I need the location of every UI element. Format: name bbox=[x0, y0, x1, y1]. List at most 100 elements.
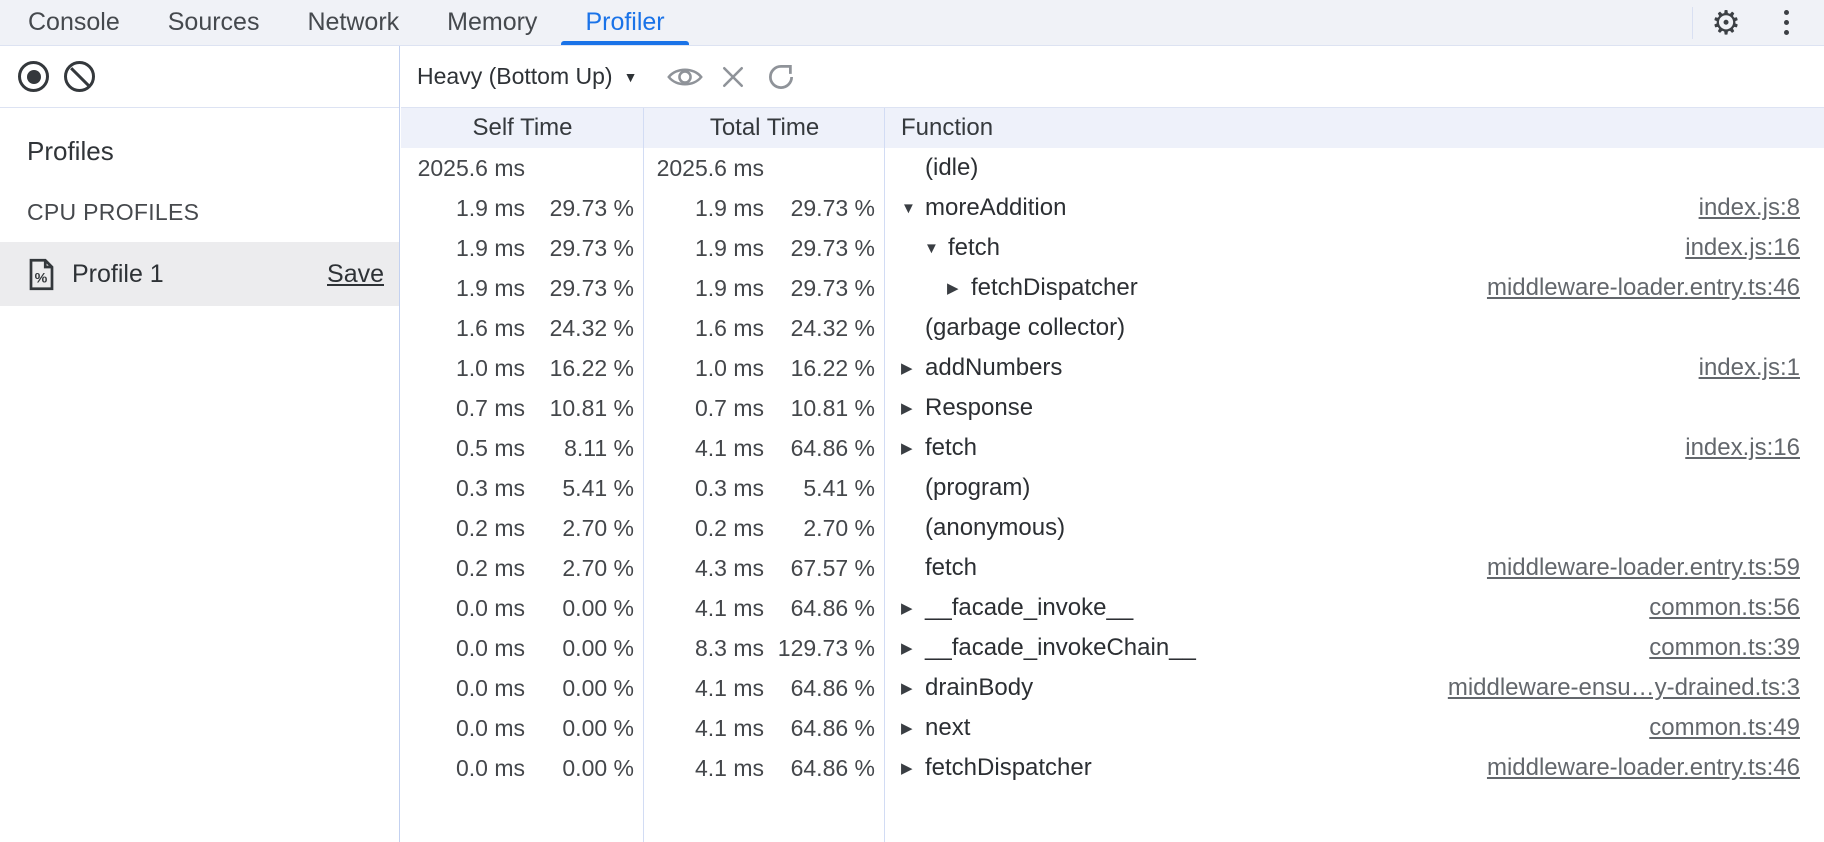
total-time-cell: 4.3 ms67.57 % bbox=[644, 555, 885, 582]
table-row[interactable]: 1.6 ms24.32 %1.6 ms24.32 %(garbage colle… bbox=[401, 308, 1824, 348]
expand-arrow-icon[interactable]: ▼ bbox=[924, 240, 948, 257]
tab-console[interactable]: Console bbox=[4, 0, 144, 45]
table-row[interactable]: 1.9 ms29.73 %1.9 ms29.73 %▶fetchDispatch… bbox=[401, 268, 1824, 308]
function-cell: ▶drainBodymiddleware-ensu…y-drained.ts:3 bbox=[885, 674, 1824, 702]
source-link[interactable]: index.js:8 bbox=[1699, 194, 1800, 222]
function-cell: ▶__facade_invokeChain__common.ts:39 bbox=[885, 634, 1824, 662]
self-time-cell: 1.6 ms24.32 % bbox=[401, 315, 644, 342]
function-cell: ▼fetchindex.js:16 bbox=[885, 234, 1824, 262]
function-cell: ▶addNumbersindex.js:1 bbox=[885, 354, 1824, 382]
expand-arrow-icon[interactable]: ▶ bbox=[901, 639, 925, 657]
total-time-pct: 64.86 % bbox=[764, 435, 875, 462]
profile-document-icon: % bbox=[28, 258, 55, 291]
table-row[interactable]: 0.5 ms8.11 %4.1 ms64.86 %▶fetchindex.js:… bbox=[401, 428, 1824, 468]
self-time-pct: 29.73 % bbox=[525, 275, 634, 302]
self-time-cell: 0.3 ms5.41 % bbox=[401, 475, 644, 502]
clear-button[interactable] bbox=[64, 61, 95, 92]
settings-button[interactable]: ⚙ bbox=[1706, 3, 1746, 43]
source-link[interactable]: index.js:1 bbox=[1699, 354, 1800, 382]
total-time-pct: 5.41 % bbox=[764, 475, 875, 502]
function-cell: fetchmiddleware-loader.entry.ts:59 bbox=[885, 554, 1824, 582]
function-cell: ▶nextcommon.ts:49 bbox=[885, 714, 1824, 742]
table-row[interactable]: 0.2 ms2.70 %4.3 ms67.57 %fetchmiddleware… bbox=[401, 548, 1824, 588]
expand-arrow-icon[interactable]: ▶ bbox=[901, 359, 925, 377]
column-header-self-time[interactable]: Self Time bbox=[401, 108, 644, 148]
self-time-cell: 0.2 ms2.70 % bbox=[401, 515, 644, 542]
total-time-pct: 67.57 % bbox=[764, 555, 875, 582]
total-time-pct: 29.73 % bbox=[764, 235, 875, 262]
total-time-ms: 1.6 ms bbox=[652, 315, 764, 342]
expand-arrow-icon[interactable]: ▶ bbox=[901, 719, 925, 737]
total-time-pct: 16.22 % bbox=[764, 355, 875, 382]
save-profile-link[interactable]: Save bbox=[327, 260, 384, 289]
source-link[interactable]: common.ts:56 bbox=[1649, 594, 1800, 622]
table-row[interactable]: 1.0 ms16.22 %1.0 ms16.22 %▶addNumbersind… bbox=[401, 348, 1824, 388]
total-time-ms: 2025.6 ms bbox=[652, 155, 764, 182]
expand-arrow-icon[interactable]: ▶ bbox=[901, 439, 925, 457]
view-mode-dropdown[interactable]: Heavy (Bottom Up) ▼ bbox=[417, 63, 637, 90]
total-time-pct: 64.86 % bbox=[764, 755, 875, 782]
source-link[interactable]: middleware-loader.entry.ts:59 bbox=[1487, 554, 1800, 582]
focus-selected-button[interactable] bbox=[661, 55, 709, 99]
table-row[interactable]: 0.0 ms0.00 %8.3 ms129.73 %▶__facade_invo… bbox=[401, 628, 1824, 668]
table-row[interactable]: 1.9 ms29.73 %1.9 ms29.73 %▼moreAdditioni… bbox=[401, 188, 1824, 228]
total-time-cell: 4.1 ms64.86 % bbox=[644, 715, 885, 742]
expand-arrow-icon[interactable]: ▶ bbox=[901, 599, 925, 617]
total-time-cell: 0.7 ms10.81 % bbox=[644, 395, 885, 422]
function-name: moreAddition bbox=[925, 194, 1066, 222]
profile-list-item[interactable]: % Profile 1 Save bbox=[0, 242, 399, 306]
source-link[interactable]: index.js:16 bbox=[1685, 434, 1800, 462]
total-time-ms: 4.1 ms bbox=[652, 755, 764, 782]
total-time-ms: 0.3 ms bbox=[652, 475, 764, 502]
total-time-ms: 4.1 ms bbox=[652, 595, 764, 622]
tab-bar-divider bbox=[1692, 7, 1693, 39]
expand-arrow-icon[interactable]: ▼ bbox=[901, 200, 925, 217]
table-row[interactable]: 0.0 ms0.00 %4.1 ms64.86 %▶nextcommon.ts:… bbox=[401, 708, 1824, 748]
table-row[interactable]: 0.0 ms0.00 %4.1 ms64.86 %▶fetchDispatche… bbox=[401, 748, 1824, 788]
self-time-pct: 29.73 % bbox=[525, 195, 634, 222]
table-row[interactable]: 2025.6 ms2025.6 ms(idle) bbox=[401, 148, 1824, 188]
function-name: __facade_invoke__ bbox=[925, 594, 1133, 622]
svg-text:%: % bbox=[35, 270, 48, 286]
source-link[interactable]: middleware-loader.entry.ts:46 bbox=[1487, 754, 1800, 782]
total-time-cell: 1.9 ms29.73 % bbox=[644, 195, 885, 222]
function-cell: (garbage collector) bbox=[885, 314, 1824, 342]
function-name: fetchDispatcher bbox=[971, 274, 1138, 302]
more-options-button[interactable] bbox=[1774, 3, 1798, 43]
profiles-toolbar bbox=[0, 46, 399, 108]
table-row[interactable]: 0.3 ms5.41 %0.3 ms5.41 %(program) bbox=[401, 468, 1824, 508]
exclude-selected-button[interactable] bbox=[709, 55, 757, 99]
self-time-ms: 0.2 ms bbox=[409, 515, 525, 542]
table-row[interactable]: 0.0 ms0.00 %4.1 ms64.86 %▶drainBodymiddl… bbox=[401, 668, 1824, 708]
total-time-cell: 1.9 ms29.73 % bbox=[644, 235, 885, 262]
tab-network[interactable]: Network bbox=[283, 0, 423, 45]
table-row[interactable]: 1.9 ms29.73 %1.9 ms29.73 %▼fetchindex.js… bbox=[401, 228, 1824, 268]
function-name: fetchDispatcher bbox=[925, 754, 1092, 782]
self-time-pct: 2.70 % bbox=[525, 515, 634, 542]
table-row[interactable]: 0.2 ms2.70 %0.2 ms2.70 %(anonymous) bbox=[401, 508, 1824, 548]
tab-profiler[interactable]: Profiler bbox=[561, 0, 688, 45]
self-time-ms: 1.0 ms bbox=[409, 355, 525, 382]
expand-arrow-icon[interactable]: ▶ bbox=[901, 759, 925, 777]
expand-arrow-icon[interactable]: ▶ bbox=[901, 679, 925, 697]
source-link[interactable]: common.ts:39 bbox=[1649, 634, 1800, 662]
expand-arrow-icon[interactable]: ▶ bbox=[947, 279, 971, 297]
tab-sources[interactable]: Sources bbox=[144, 0, 284, 45]
table-row[interactable]: 0.0 ms0.00 %4.1 ms64.86 %▶__facade_invok… bbox=[401, 588, 1824, 628]
total-time-ms: 1.9 ms bbox=[652, 195, 764, 222]
tab-memory[interactable]: Memory bbox=[423, 0, 561, 45]
record-button[interactable] bbox=[18, 61, 49, 92]
source-link[interactable]: common.ts:49 bbox=[1649, 714, 1800, 742]
source-link[interactable]: index.js:16 bbox=[1685, 234, 1800, 262]
self-time-pct: 0.00 % bbox=[525, 635, 634, 662]
self-time-ms: 0.0 ms bbox=[409, 755, 525, 782]
table-row[interactable]: 0.7 ms10.81 %0.7 ms10.81 %▶Response bbox=[401, 388, 1824, 428]
column-header-function[interactable]: Function bbox=[885, 108, 1824, 148]
source-link[interactable]: middleware-ensu…y-drained.ts:3 bbox=[1448, 674, 1800, 702]
refresh-icon-button[interactable] bbox=[757, 55, 805, 99]
column-divider bbox=[643, 108, 644, 842]
column-header-total-time[interactable]: Total Time bbox=[644, 108, 885, 148]
expand-arrow-icon[interactable]: ▶ bbox=[901, 399, 925, 417]
total-time-ms: 1.9 ms bbox=[652, 275, 764, 302]
source-link[interactable]: middleware-loader.entry.ts:46 bbox=[1487, 274, 1800, 302]
